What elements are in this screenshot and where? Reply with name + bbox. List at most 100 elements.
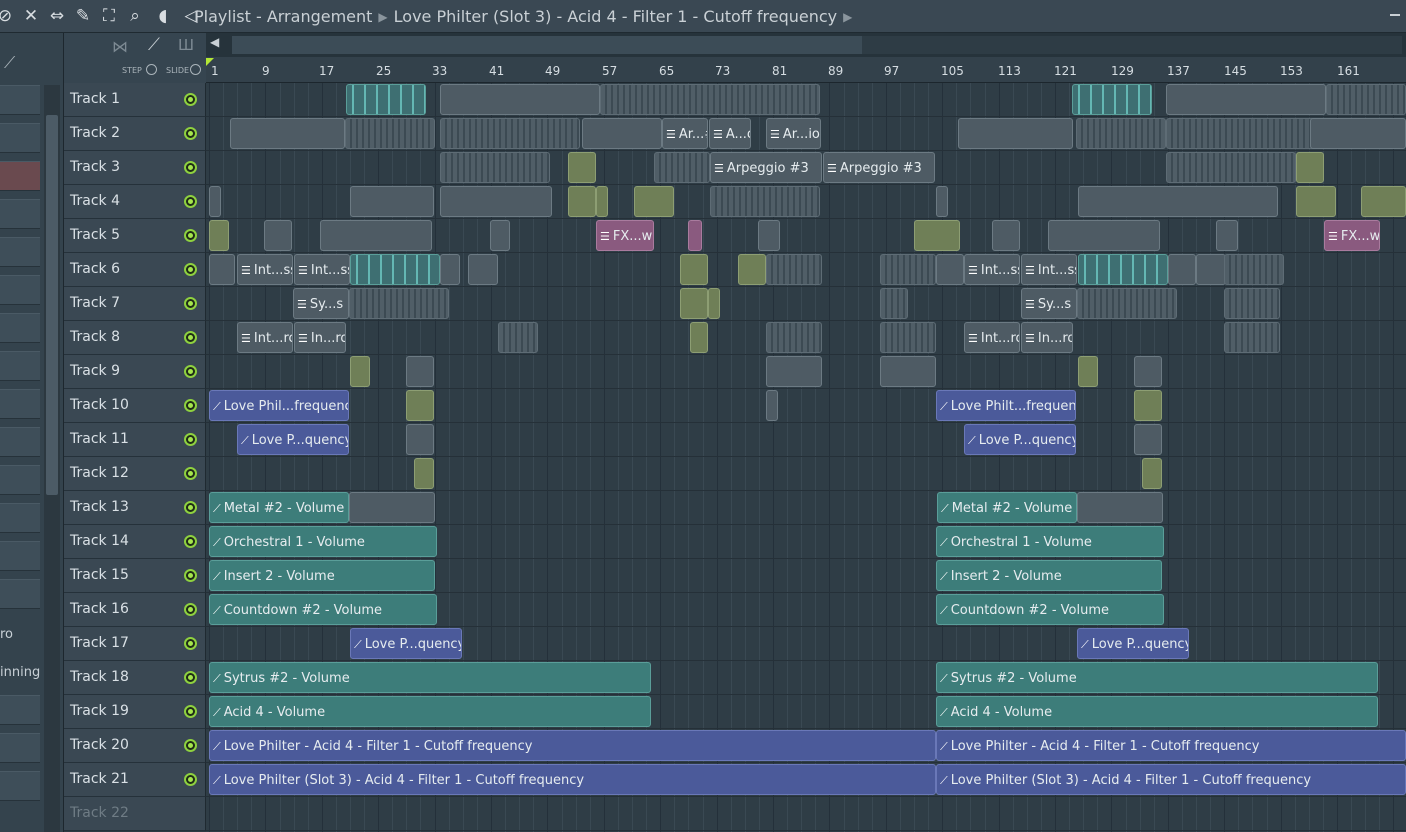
- browser-label[interactable]: ro: [0, 627, 13, 642]
- pattern-clip[interactable]: [350, 356, 370, 387]
- pattern-clip[interactable]: ⟋ Acid 4 - Volume: [209, 696, 651, 727]
- pattern-clip[interactable]: [1216, 220, 1238, 251]
- pattern-clip[interactable]: [1196, 254, 1226, 285]
- browser-thumb[interactable]: [0, 199, 40, 229]
- mute-led-icon[interactable]: [184, 229, 197, 242]
- track-header[interactable]: Track 16: [64, 593, 206, 627]
- mute-led-icon[interactable]: [184, 127, 197, 140]
- slide-toggle[interactable]: [190, 64, 201, 75]
- zoom-icon[interactable]: ⌕: [124, 5, 146, 27]
- track-name[interactable]: Track 8: [70, 329, 120, 345]
- track-name[interactable]: Track 9: [70, 363, 120, 379]
- pattern-clip[interactable]: [1224, 322, 1280, 353]
- track-row[interactable]: [206, 389, 1406, 423]
- pattern-clip[interactable]: [264, 220, 292, 251]
- pattern-clip[interactable]: [880, 322, 936, 353]
- track-header[interactable]: Track 11: [64, 423, 206, 457]
- pattern-clip[interactable]: ⟋ Metal #2 - Volume: [937, 492, 1077, 523]
- time-ruler[interactable]: 1 9 17 25 33 41 49 57 65 73 81 89 97 105 113 121 129 137 1…: [206, 57, 1406, 83]
- pattern-clip[interactable]: [1048, 220, 1160, 251]
- pattern-clip[interactable]: [1077, 492, 1163, 523]
- track-header[interactable]: Track 2: [64, 117, 206, 151]
- step-toggle[interactable]: [146, 64, 157, 75]
- track-name[interactable]: Track 14: [70, 533, 129, 549]
- pattern-clip[interactable]: [350, 186, 434, 217]
- pattern-clip[interactable]: [880, 356, 936, 387]
- track-header[interactable]: Track 12: [64, 457, 206, 491]
- pattern-clip[interactable]: [406, 424, 434, 455]
- pattern-clip[interactable]: [1224, 288, 1280, 319]
- mute-led-icon[interactable]: [184, 603, 197, 616]
- pattern-clip[interactable]: [710, 186, 820, 217]
- pattern-clip[interactable]: ⟋ Countdown #2 - Volume: [209, 594, 437, 625]
- pattern-clip[interactable]: [1076, 118, 1166, 149]
- mute-led-icon[interactable]: [184, 467, 197, 480]
- pattern-clip[interactable]: [345, 118, 435, 149]
- pattern-clip[interactable]: ☰ Int...ss: [964, 254, 1020, 285]
- pattern-clip[interactable]: [209, 220, 229, 251]
- pattern-clip[interactable]: [1326, 84, 1406, 115]
- pattern-clip[interactable]: ⟋ Orchestral 1 - Volume: [936, 526, 1164, 557]
- pattern-clip[interactable]: ⟋ Sytrus #2 - Volume: [936, 662, 1378, 693]
- track-header[interactable]: Track 21: [64, 763, 206, 797]
- breadcrumb-target[interactable]: Love Philter (Slot 3) - Acid 4 - Filter …: [394, 7, 837, 26]
- track-name[interactable]: Track 7: [70, 295, 120, 311]
- pattern-clip[interactable]: [992, 220, 1020, 251]
- browser-thumb[interactable]: [0, 389, 40, 419]
- pattern-clip[interactable]: [766, 322, 822, 353]
- pattern-clip[interactable]: [1134, 356, 1162, 387]
- browser-thumb[interactable]: [0, 313, 40, 343]
- pattern-clip[interactable]: [349, 492, 435, 523]
- track-name[interactable]: Track 13: [70, 499, 129, 515]
- mute-led-icon[interactable]: [184, 93, 197, 106]
- pattern-clip[interactable]: [680, 288, 708, 319]
- track-name[interactable]: Track 1: [70, 91, 120, 107]
- pattern-clip[interactable]: ☰A...o: [709, 118, 751, 149]
- track-row[interactable]: [206, 423, 1406, 457]
- mute-icon[interactable]: ✕: [20, 5, 42, 27]
- audio-icon[interactable]: ⋈: [112, 37, 128, 56]
- track-header[interactable]: Track 4: [64, 185, 206, 219]
- pattern-clip[interactable]: [1361, 186, 1406, 217]
- automation-clip[interactable]: ⟋ Love P...quency: [350, 628, 462, 659]
- mute-led-icon[interactable]: [184, 705, 197, 718]
- pattern-clip[interactable]: [1134, 390, 1162, 421]
- pattern-clip[interactable]: [1166, 152, 1296, 183]
- pattern-clip[interactable]: [688, 220, 702, 251]
- track-row[interactable]: [206, 457, 1406, 491]
- automation-clip[interactable]: ⟋ Love Philter - Acid 4 - Filter 1 - Cuto…: [209, 730, 936, 761]
- pattern-clip[interactable]: [350, 254, 440, 285]
- mute-led-icon[interactable]: [184, 773, 197, 786]
- pattern-clip[interactable]: ☰ Int...ss: [294, 254, 350, 285]
- pattern-clip[interactable]: [758, 220, 780, 251]
- track-name[interactable]: Track 11: [70, 431, 129, 447]
- pattern-clip[interactable]: [440, 118, 580, 149]
- pattern-clip[interactable]: [1078, 356, 1098, 387]
- mute-led-icon[interactable]: [184, 569, 197, 582]
- automation-clip[interactable]: ⟋ Love Philter (Slot 3) - Acid 4 - Filter…: [209, 764, 936, 795]
- playback-icon[interactable]: ◖: [152, 5, 174, 27]
- track-name[interactable]: Track 16: [70, 601, 129, 617]
- pattern-clip[interactable]: [440, 84, 600, 115]
- track-header[interactable]: Track 17: [64, 627, 206, 661]
- pattern-clip[interactable]: [498, 322, 538, 353]
- automation-icon[interactable]: ⟋: [148, 35, 160, 55]
- mute-led-icon[interactable]: [184, 671, 197, 684]
- pattern-clip[interactable]: [582, 118, 662, 149]
- browser-thumb[interactable]: [0, 237, 40, 267]
- browser-thumb[interactable]: [0, 695, 40, 725]
- pattern-clip[interactable]: ☰ In...ro: [1021, 322, 1073, 353]
- pattern-clip[interactable]: [1310, 118, 1406, 149]
- pattern-clip[interactable]: ☰ Arpeggio #3: [823, 152, 935, 183]
- pattern-clip[interactable]: [490, 220, 510, 251]
- pattern-clip[interactable]: ☰ Int...ss: [237, 254, 293, 285]
- track-header[interactable]: Track 7: [64, 287, 206, 321]
- pattern-clip[interactable]: ☰ Ar...io: [766, 118, 821, 149]
- mute-led-icon[interactable]: [184, 535, 197, 548]
- track-name[interactable]: Track 3: [70, 159, 120, 175]
- pattern-clip[interactable]: [1224, 254, 1284, 285]
- track-header[interactable]: Track 22: [64, 797, 206, 831]
- no-entry-icon[interactable]: ⊘: [0, 5, 16, 27]
- browser-scrollbar[interactable]: [44, 85, 60, 832]
- pattern-clip[interactable]: [634, 186, 674, 217]
